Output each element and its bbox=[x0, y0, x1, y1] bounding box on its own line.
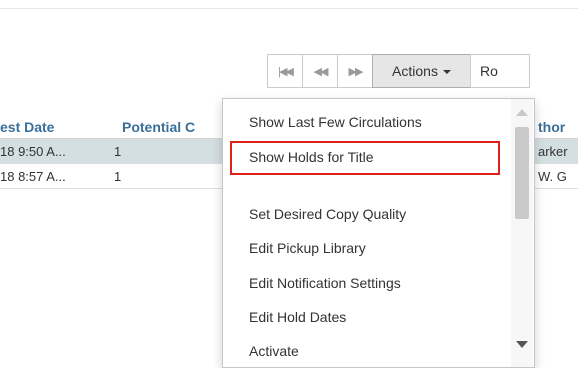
cell-potential-copies: 1 bbox=[114, 169, 122, 184]
previous-page-icon: ◀◀ bbox=[313, 65, 329, 78]
grid-toolbar: |◀◀ ◀◀ ▶▶ Actions Ro bbox=[267, 54, 530, 88]
cell-potential-copies: 1 bbox=[114, 144, 122, 159]
actions-dropdown-menu: Show Last Few Circulations Show Holds fo… bbox=[222, 98, 535, 368]
previous-page-button[interactable]: ◀◀ bbox=[302, 54, 338, 88]
menu-item-edit-hold-dates[interactable]: Edit Hold Dates bbox=[249, 309, 346, 325]
menu-item-show-holds-for-title[interactable]: Show Holds for Title bbox=[249, 149, 374, 165]
next-page-icon: ▶▶ bbox=[348, 65, 364, 78]
row-button-label: Ro bbox=[480, 63, 498, 79]
scroll-up-arrow-icon[interactable] bbox=[516, 109, 528, 116]
scroll-down-arrow-icon[interactable] bbox=[516, 341, 528, 348]
menu-item-show-last-few-circulations[interactable]: Show Last Few Circulations bbox=[249, 114, 422, 130]
caret-down-icon bbox=[442, 70, 451, 74]
actions-button[interactable]: Actions bbox=[372, 54, 471, 88]
cell-author: arker bbox=[538, 144, 568, 159]
scroll-thumb[interactable] bbox=[515, 127, 529, 219]
column-header-request-date[interactable]: est Date bbox=[0, 119, 100, 135]
cell-request-date: 18 8:57 A... bbox=[0, 169, 66, 184]
column-header-author[interactable]: thor bbox=[538, 119, 578, 135]
next-page-button[interactable]: ▶▶ bbox=[337, 54, 373, 88]
actions-label: Actions bbox=[392, 63, 438, 79]
cell-author: W. G bbox=[538, 169, 567, 184]
cell-request-date: 18 9:50 A... bbox=[0, 144, 66, 159]
menu-item-edit-pickup-library[interactable]: Edit Pickup Library bbox=[249, 240, 366, 256]
first-page-button[interactable]: |◀◀ bbox=[267, 54, 303, 88]
first-page-icon: |◀◀ bbox=[278, 65, 294, 78]
menu-item-set-desired-copy-quality[interactable]: Set Desired Copy Quality bbox=[249, 206, 406, 222]
column-header-potential-copies[interactable]: Potential C bbox=[122, 119, 222, 135]
top-divider bbox=[0, 8, 578, 9]
menu-item-activate[interactable]: Activate bbox=[249, 343, 299, 359]
menu-item-edit-notification-settings[interactable]: Edit Notification Settings bbox=[249, 275, 401, 291]
menu-scrollbar[interactable] bbox=[511, 99, 533, 367]
row-button[interactable]: Ro bbox=[470, 54, 530, 88]
